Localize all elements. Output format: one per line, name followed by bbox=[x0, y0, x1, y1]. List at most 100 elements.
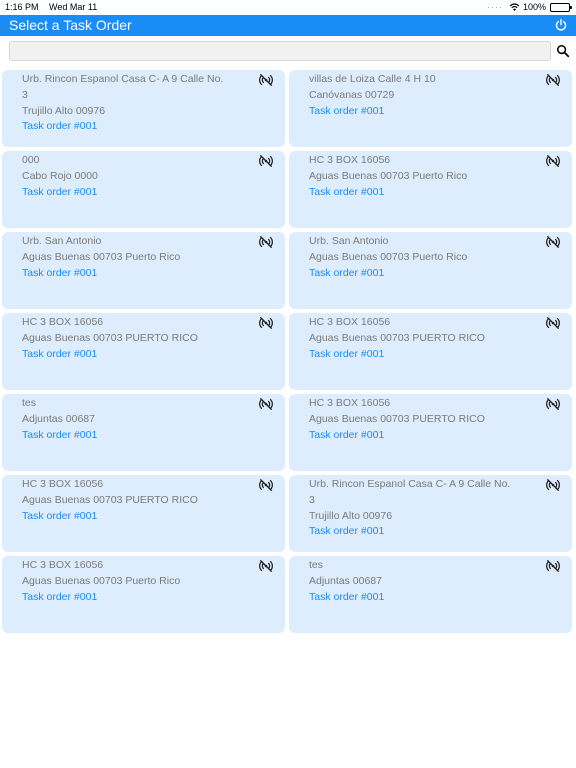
no-signal-icon bbox=[546, 479, 560, 491]
task-order-card[interactable]: HC 3 BOX 16056 Aguas Buenas 00703 PUERTO … bbox=[2, 313, 285, 390]
address-line: 000 bbox=[22, 154, 40, 166]
card-details: tes Adjuntas 00687 Task order #001 bbox=[309, 558, 537, 605]
address-line: HC 3 BOX 16056 bbox=[22, 478, 104, 490]
address-line: HC 3 BOX 16056 bbox=[309, 154, 391, 166]
card-details: Urb. San Antonio Aguas Buenas 00703 Puert… bbox=[22, 234, 250, 281]
task-order-card[interactable]: Urb. Rincon Espanol Casa C- A 9 Calle No… bbox=[2, 70, 285, 147]
search-icon[interactable] bbox=[556, 44, 570, 58]
no-signal-icon bbox=[546, 560, 560, 572]
address-line: Aguas Buenas 00703 PUERTO RICO bbox=[22, 331, 198, 344]
task-order-link[interactable]: Task order #001 bbox=[309, 524, 537, 540]
address-line: Trujillo Alto 00976 bbox=[309, 509, 393, 522]
search-bar bbox=[0, 36, 576, 66]
no-signal-icon bbox=[546, 74, 560, 86]
card-details: Urb. Rincon Espanol Casa C- A 9 Calle No… bbox=[309, 477, 537, 540]
task-order-link[interactable]: Task order #001 bbox=[22, 119, 250, 135]
task-order-link[interactable]: Task order #001 bbox=[309, 104, 537, 120]
task-order-link[interactable]: Task order #001 bbox=[22, 266, 250, 282]
task-order-link[interactable]: Task order #001 bbox=[309, 185, 537, 201]
page-title: Select a Task Order bbox=[9, 17, 132, 33]
task-order-card[interactable]: HC 3 BOX 16056 Aguas Buenas 00703 PUERTO … bbox=[289, 313, 572, 390]
address-line: Adjuntas 00687 bbox=[309, 574, 382, 587]
address-line: HC 3 BOX 16056 bbox=[309, 316, 391, 328]
status-time: 1:16 PM bbox=[5, 2, 39, 12]
no-signal-icon bbox=[546, 317, 560, 329]
address-line: Trujillo Alto 00976 bbox=[22, 104, 106, 117]
no-signal-icon bbox=[546, 398, 560, 410]
task-order-card[interactable]: 000 Cabo Rojo 0000 Task order #001 bbox=[2, 151, 285, 228]
address-line: Canóvanas 00729 bbox=[309, 88, 395, 101]
address-line: Aguas Buenas 00703 Puerto Rico bbox=[22, 574, 181, 587]
task-order-card[interactable]: tes Adjuntas 00687 Task order #001 bbox=[289, 556, 572, 633]
card-details: HC 3 BOX 16056 Aguas Buenas 00703 PUERTO … bbox=[309, 315, 537, 362]
address-line: 3 bbox=[309, 493, 315, 506]
card-details: Urb. San Antonio Aguas Buenas 00703 Puert… bbox=[309, 234, 537, 281]
wifi-icon bbox=[509, 2, 520, 11]
no-signal-icon bbox=[546, 236, 560, 248]
card-details: HC 3 BOX 16056 Aguas Buenas 00703 PUERTO … bbox=[309, 396, 537, 443]
address-line: Aguas Buenas 00703 PUERTO RICO bbox=[309, 412, 485, 425]
task-order-link[interactable]: Task order #001 bbox=[22, 590, 250, 606]
address-line: Aguas Buenas 00703 Puerto Rico bbox=[309, 250, 468, 263]
task-order-link[interactable]: Task order #001 bbox=[309, 590, 537, 606]
task-order-card[interactable]: HC 3 BOX 16056 Aguas Buenas 00703 PUERTO … bbox=[289, 394, 572, 471]
status-indicators: ···· 100% bbox=[486, 2, 572, 12]
task-order-card[interactable]: HC 3 BOX 16056 Aguas Buenas 00703 Puerto … bbox=[2, 556, 285, 633]
task-order-card[interactable]: villas de Loiza Calle 4 H 10 Canóvanas 00… bbox=[289, 70, 572, 147]
address-line: Cabo Rojo 0000 bbox=[22, 169, 98, 182]
card-details: villas de Loiza Calle 4 H 10 Canóvanas 00… bbox=[309, 72, 537, 119]
address-line: HC 3 BOX 16056 bbox=[22, 316, 104, 328]
address-line: Aguas Buenas 00703 Puerto Rico bbox=[309, 169, 468, 182]
task-order-link[interactable]: Task order #001 bbox=[309, 266, 537, 282]
task-order-link[interactable]: Task order #001 bbox=[22, 185, 250, 201]
no-signal-icon bbox=[259, 479, 273, 491]
no-signal-icon bbox=[259, 560, 273, 572]
task-order-card[interactable]: Urb. San Antonio Aguas Buenas 00703 Puert… bbox=[2, 232, 285, 309]
address-line: Urb. Rincon Espanol Casa C- A 9 Calle No… bbox=[22, 73, 224, 85]
no-signal-icon bbox=[259, 74, 273, 86]
power-icon[interactable] bbox=[554, 18, 568, 32]
status-bar: 1:16 PM Wed Mar 11 ···· 100% bbox=[0, 0, 576, 15]
search-input[interactable] bbox=[9, 41, 551, 61]
address-line: HC 3 BOX 16056 bbox=[309, 397, 391, 409]
battery-percent: 100% bbox=[522, 2, 546, 12]
task-order-link[interactable]: Task order #001 bbox=[309, 347, 537, 363]
status-datetime: 1:16 PM Wed Mar 11 bbox=[5, 2, 97, 12]
task-order-card[interactable]: tes Adjuntas 00687 Task order #001 bbox=[2, 394, 285, 471]
card-details: 000 Cabo Rojo 0000 Task order #001 bbox=[22, 153, 250, 200]
address-line: tes bbox=[309, 559, 324, 571]
task-order-link[interactable]: Task order #001 bbox=[309, 428, 537, 444]
status-date: Wed Mar 11 bbox=[49, 2, 98, 12]
no-signal-icon bbox=[259, 236, 273, 248]
card-details: HC 3 BOX 16056 Aguas Buenas 00703 PUERTO … bbox=[22, 315, 250, 362]
no-signal-icon bbox=[546, 155, 560, 167]
no-signal-icon bbox=[259, 155, 273, 167]
address-line: Urb. San Antonio bbox=[22, 235, 102, 247]
address-line: Aguas Buenas 00703 PUERTO RICO bbox=[22, 493, 198, 506]
address-line: Urb. Rincon Espanol Casa C- A 9 Calle No… bbox=[309, 478, 511, 490]
task-order-card[interactable]: Urb. Rincon Espanol Casa C- A 9 Calle No… bbox=[289, 475, 572, 552]
address-line: 3 bbox=[22, 88, 28, 101]
signal-dots-icon: ···· bbox=[486, 2, 503, 12]
address-line: tes bbox=[22, 397, 37, 409]
task-order-grid: Urb. Rincon Espanol Casa C- A 9 Calle No… bbox=[2, 70, 574, 633]
address-line: Urb. San Antonio bbox=[309, 235, 389, 247]
task-order-link[interactable]: Task order #001 bbox=[22, 347, 250, 363]
no-signal-icon bbox=[259, 398, 273, 410]
nav-bar: Select a Task Order bbox=[0, 15, 576, 36]
task-order-card[interactable]: HC 3 BOX 16056 Aguas Buenas 00703 PUERTO … bbox=[2, 475, 285, 552]
card-details: HC 3 BOX 16056 Aguas Buenas 00703 Puerto … bbox=[309, 153, 537, 200]
address-line: HC 3 BOX 16056 bbox=[22, 559, 104, 571]
address-line: villas de Loiza Calle 4 H 10 bbox=[309, 73, 436, 85]
address-line: Aguas Buenas 00703 PUERTO RICO bbox=[309, 331, 485, 344]
address-line: Adjuntas 00687 bbox=[22, 412, 95, 425]
task-order-card[interactable]: HC 3 BOX 16056 Aguas Buenas 00703 Puerto … bbox=[289, 151, 572, 228]
address-line: Aguas Buenas 00703 Puerto Rico bbox=[22, 250, 181, 263]
card-details: Urb. Rincon Espanol Casa C- A 9 Calle No… bbox=[22, 72, 250, 135]
battery-icon bbox=[550, 2, 572, 12]
task-order-link[interactable]: Task order #001 bbox=[22, 509, 250, 525]
no-signal-icon bbox=[259, 317, 273, 329]
task-order-card[interactable]: Urb. San Antonio Aguas Buenas 00703 Puert… bbox=[289, 232, 572, 309]
card-details: tes Adjuntas 00687 Task order #001 bbox=[22, 396, 250, 443]
task-order-link[interactable]: Task order #001 bbox=[22, 428, 250, 444]
